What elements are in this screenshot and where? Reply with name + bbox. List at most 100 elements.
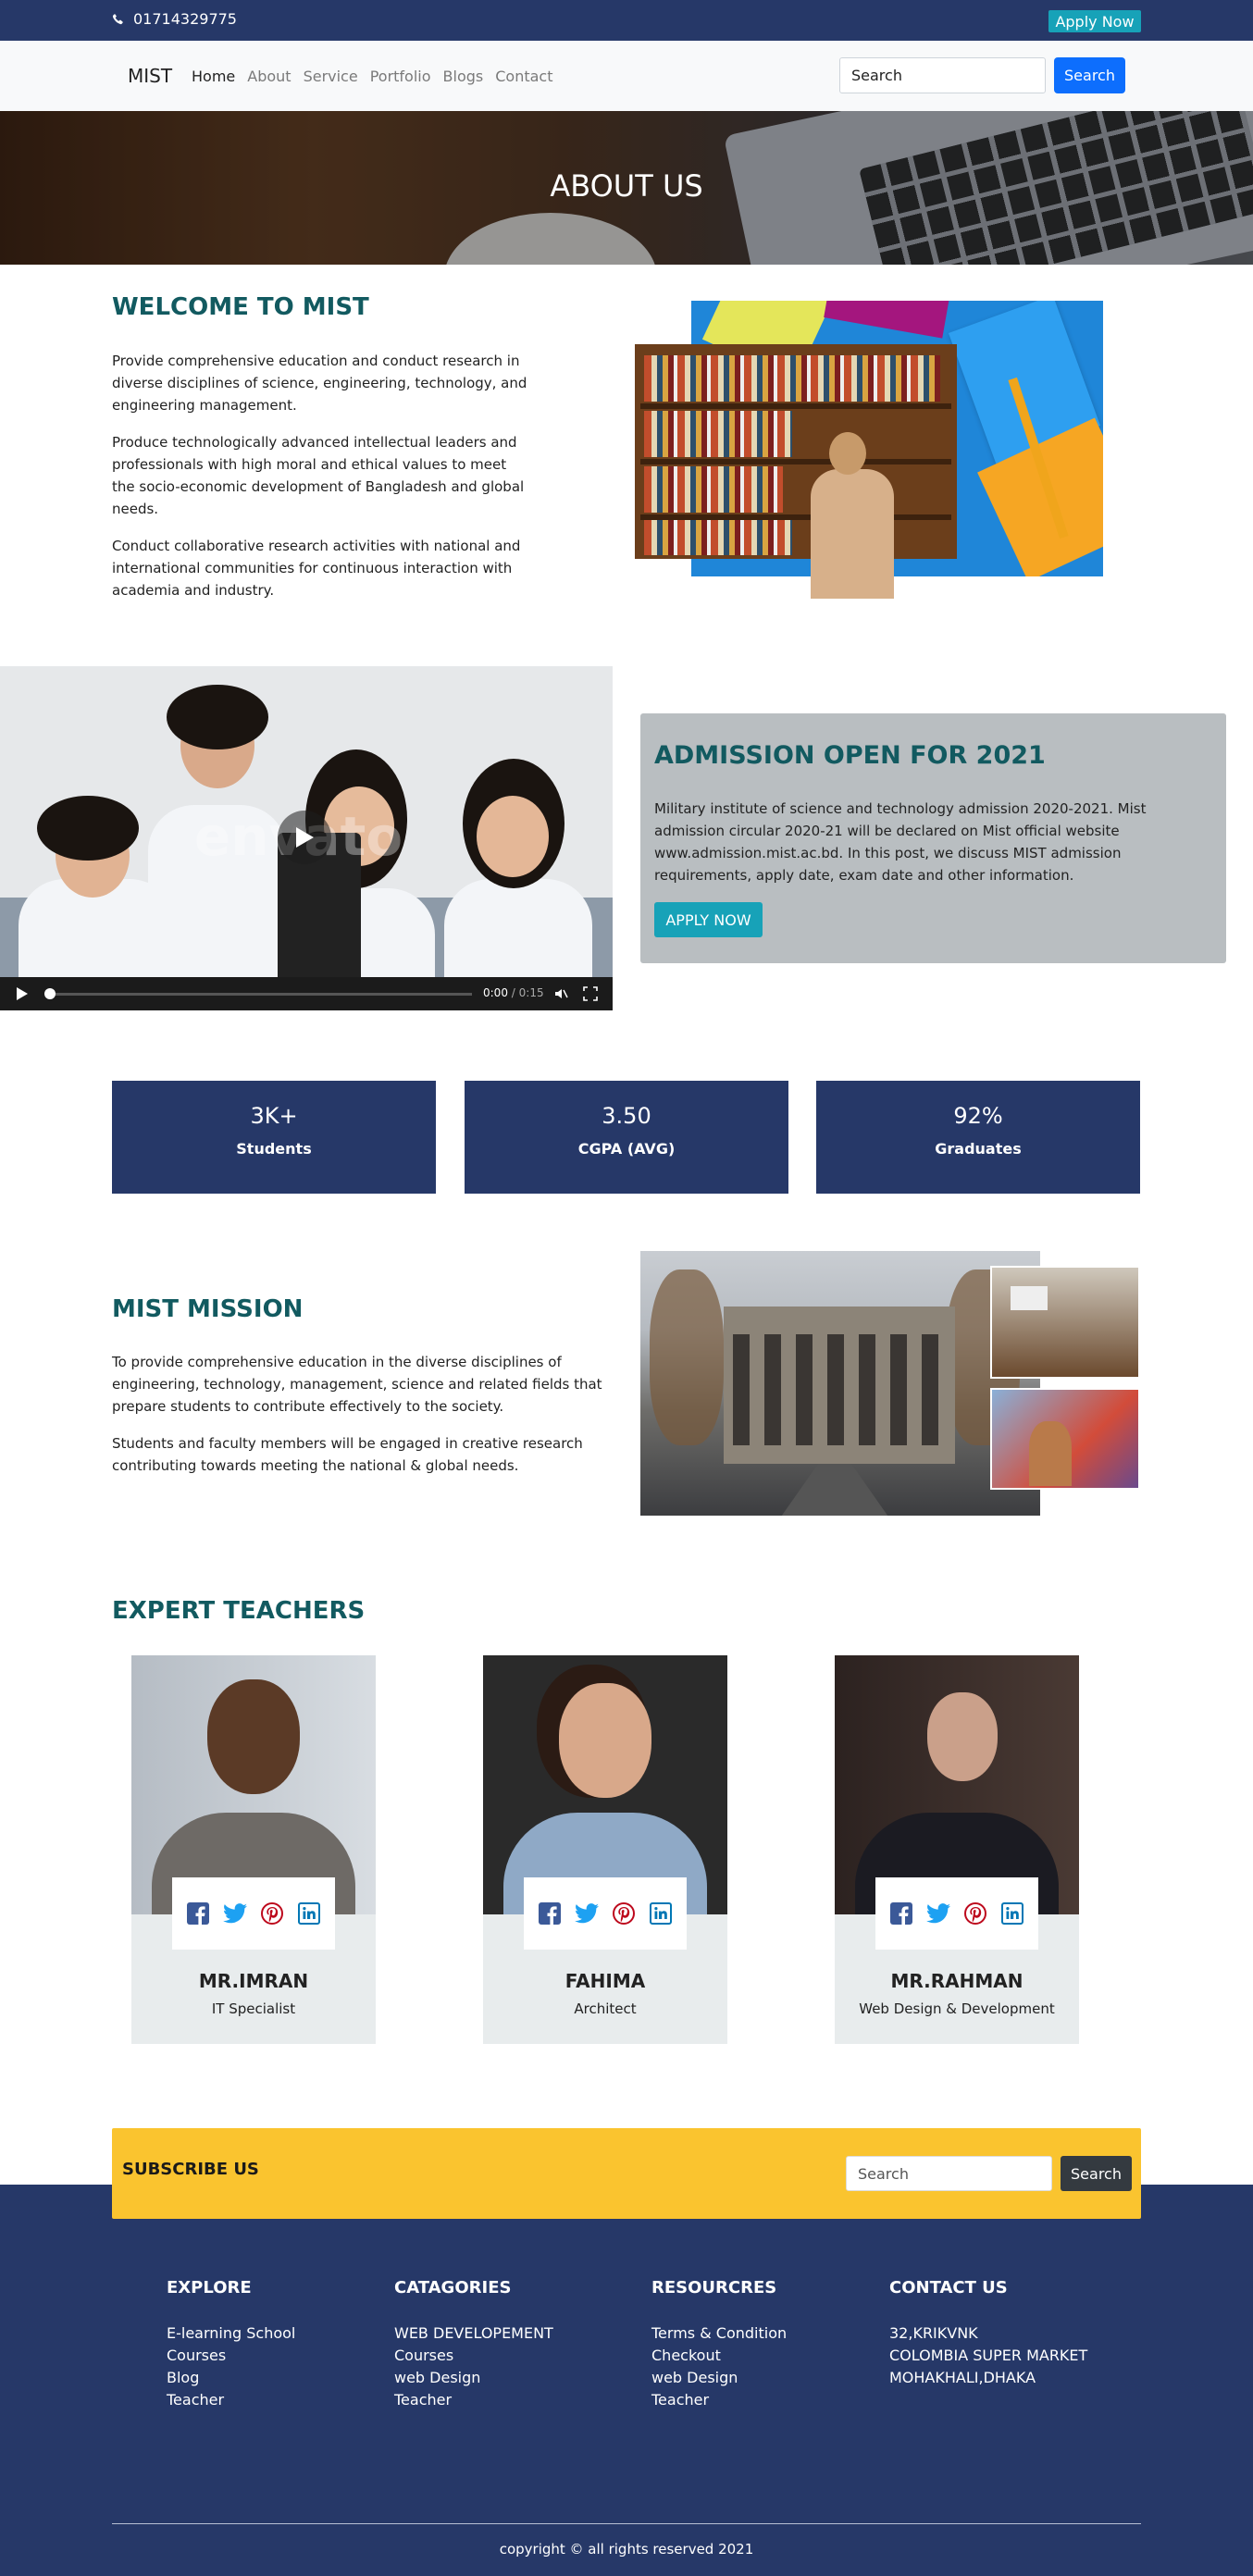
- teacher-photo: [131, 1655, 376, 1914]
- footer-column-title: CATAGORIES: [394, 2278, 512, 2297]
- linkedin-icon[interactable]: [999, 1901, 1025, 1926]
- current-time: 0:00: [483, 986, 508, 999]
- welcome-title: WELCOME TO MIST: [112, 293, 369, 321]
- subscribe-search-button[interactable]: Search: [1061, 2156, 1132, 2191]
- subscribe-title: SUBSCRIBE US: [122, 2160, 259, 2179]
- footer-column-title: RESOURCRES: [651, 2278, 777, 2297]
- mission-paragraph: Students and faculty members will be eng…: [112, 1435, 583, 1474]
- pinterest-icon[interactable]: [259, 1901, 285, 1926]
- student-figure: [798, 432, 899, 599]
- social-links: [524, 1877, 687, 1950]
- seek-handle[interactable]: [44, 988, 56, 999]
- footer-link[interactable]: Courses: [394, 2345, 553, 2367]
- admission-title: ADMISSION OPEN FOR 2021: [654, 741, 1046, 770]
- apply-now-button[interactable]: Apply Now: [1048, 10, 1141, 32]
- teacher-photo: [483, 1655, 727, 1914]
- stat-card-cgpa: 3.50 CGPA (AVG): [465, 1081, 788, 1194]
- phone-number: 01714329775: [133, 10, 237, 28]
- copyright-text: copyright © all rights reserved 2021: [499, 2541, 754, 2557]
- linkedin-icon[interactable]: [648, 1901, 674, 1926]
- footer-link[interactable]: Checkout: [651, 2345, 787, 2367]
- video-player[interactable]: envato 0:00 / 0:15: [0, 666, 613, 1010]
- mute-icon[interactable]: [553, 986, 568, 1001]
- campus-building-photo: [640, 1251, 1040, 1516]
- twitter-icon[interactable]: [574, 1901, 600, 1926]
- play-icon: [296, 827, 314, 848]
- stat-value: 3K+: [250, 1103, 298, 1129]
- footer-link[interactable]: Courses: [167, 2345, 295, 2367]
- nav-link-portfolio[interactable]: Portfolio: [370, 68, 431, 85]
- facebook-icon[interactable]: [185, 1901, 211, 1926]
- footer-column-title: CONTACT US: [889, 2278, 1008, 2297]
- welcome-paragraph: Conduct collaborative research activitie…: [112, 538, 521, 599]
- footer-link[interactable]: Teacher: [651, 2389, 787, 2411]
- play-button-large[interactable]: [278, 811, 331, 864]
- teacher-name: MR.IMRAN: [198, 1970, 309, 1992]
- mission-title: MIST MISSION: [112, 1295, 304, 1323]
- subscribe-input[interactable]: [846, 2156, 1052, 2191]
- stat-card-graduates: 92% Graduates: [816, 1081, 1140, 1194]
- footer-divider: [112, 2523, 1141, 2524]
- search-input[interactable]: [839, 57, 1046, 93]
- footer-column-resources: RESOURCRES Terms & Condition Checkout we…: [651, 2278, 787, 2411]
- apply-now-cta-button[interactable]: APPLY NOW: [654, 902, 763, 937]
- teacher-photo: [835, 1655, 1079, 1914]
- subscribe-bar: SUBSCRIBE US Search: [112, 2128, 1141, 2219]
- footer-link[interactable]: web Design: [394, 2367, 553, 2389]
- facebook-icon[interactable]: [537, 1901, 563, 1926]
- nav-link-blogs[interactable]: Blogs: [443, 68, 484, 85]
- facebook-icon[interactable]: [888, 1901, 914, 1926]
- teacher-role: Web Design & Development: [859, 2000, 1055, 2017]
- social-links: [172, 1877, 335, 1950]
- contact-line: 32,KRIKVNK: [889, 2324, 978, 2342]
- footer-link[interactable]: Teacher: [394, 2389, 553, 2411]
- footer-column-categories: CATAGORIES WEB DEVELOPEMENT Courses web …: [394, 2278, 553, 2411]
- footer-link[interactable]: E-learning School: [167, 2322, 295, 2345]
- admission-text: Military institute of science and techno…: [654, 800, 1147, 884]
- footer-link[interactable]: Terms & Condition: [651, 2322, 787, 2345]
- play-icon[interactable]: [17, 987, 28, 1000]
- stat-value: 92%: [953, 1103, 1003, 1129]
- search-button[interactable]: Search: [1054, 57, 1125, 93]
- twitter-icon[interactable]: [925, 1901, 951, 1926]
- nav-link-home[interactable]: Home: [192, 68, 235, 85]
- footer-column-title: EXPLORE: [167, 2278, 252, 2297]
- teacher-role: IT Specialist: [211, 2000, 296, 2017]
- seek-bar[interactable]: [48, 993, 472, 996]
- brand-logo[interactable]: MIST: [128, 65, 172, 87]
- footer-link[interactable]: WEB DEVELOPEMENT: [394, 2322, 553, 2345]
- teacher-name: MR.RAHMAN: [890, 1970, 1023, 1992]
- contact-line: COLOMBIA SUPER MARKET: [889, 2347, 1088, 2364]
- footer-link[interactable]: Teacher: [167, 2389, 295, 2411]
- teacher-card: FAHIMA Architect: [483, 1655, 727, 2044]
- hero-banner: ABOUT US: [0, 111, 1253, 265]
- stat-label: Students: [236, 1140, 312, 1158]
- mission-paragraph: To provide comprehensive education in th…: [112, 1354, 602, 1415]
- twitter-icon[interactable]: [222, 1901, 248, 1926]
- nav-links: Home About Service Portfolio Blogs Conta…: [192, 68, 564, 85]
- contact-line: MOHAKHALI,DHAKA: [889, 2369, 1036, 2386]
- footer-link[interactable]: web Design: [651, 2367, 787, 2389]
- navbar: MIST Home About Service Portfolio Blogs …: [0, 41, 1253, 111]
- phone-icon: [112, 13, 123, 25]
- nav-link-service[interactable]: Service: [304, 68, 358, 85]
- footer-column-explore: EXPLORE E-learning School Courses Blog T…: [167, 2278, 295, 2411]
- welcome-paragraph: Produce technologically advanced intelle…: [112, 434, 525, 517]
- graduation-photo: [990, 1388, 1140, 1490]
- admission-card: ADMISSION OPEN FOR 2021 Military institu…: [640, 713, 1226, 963]
- pinterest-icon[interactable]: [962, 1901, 988, 1926]
- fullscreen-icon[interactable]: [583, 986, 598, 1001]
- teacher-role: Architect: [574, 2000, 637, 2017]
- footer-link[interactable]: Blog: [167, 2367, 295, 2389]
- pinterest-icon[interactable]: [611, 1901, 637, 1926]
- library-image: [635, 301, 1105, 599]
- nav-link-contact[interactable]: Contact: [495, 68, 552, 85]
- teacher-name: FAHIMA: [564, 1970, 646, 1992]
- video-time: 0:00 / 0:15: [483, 986, 544, 999]
- linkedin-icon[interactable]: [296, 1901, 322, 1926]
- stat-label: CGPA (AVG): [577, 1140, 676, 1158]
- stat-card-students: 3K+ Students: [112, 1081, 436, 1194]
- nav-link-about[interactable]: About: [247, 68, 291, 85]
- social-links: [875, 1877, 1038, 1950]
- phone-contact: 01714329775: [112, 10, 237, 28]
